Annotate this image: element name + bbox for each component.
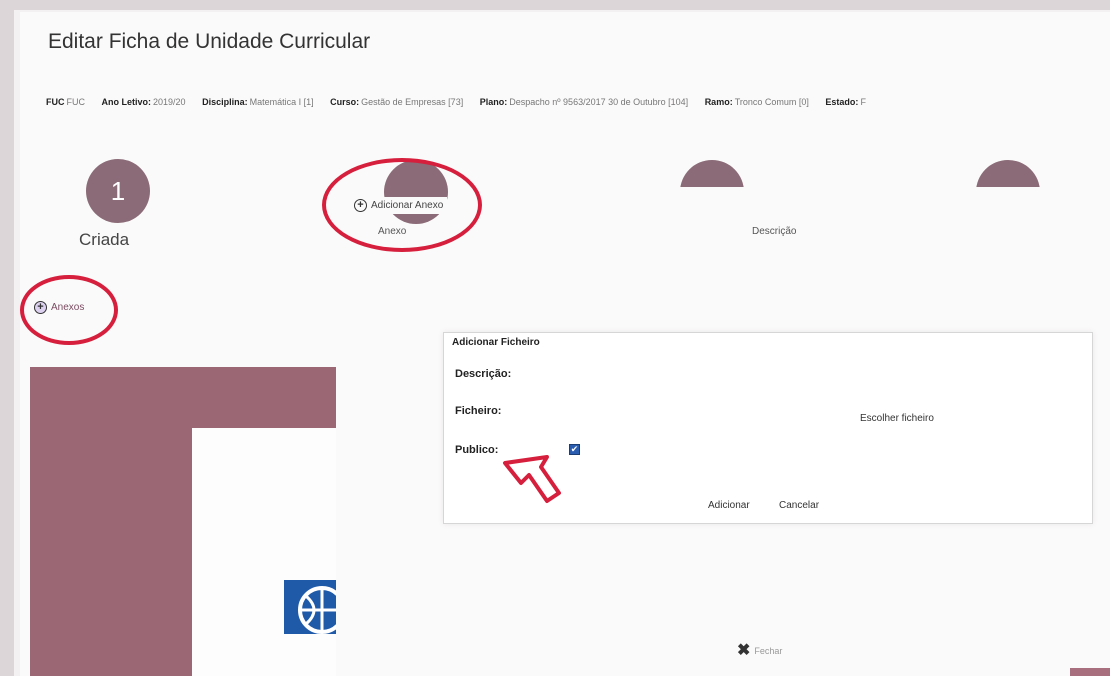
step-3-circle-mask — [676, 187, 756, 227]
adicionar-button[interactable]: Adicionar — [708, 500, 750, 511]
meta-key: Ano Letivo: — [101, 97, 152, 107]
descricao-label: Descrição: — [455, 368, 512, 380]
arrow-annotation-icon — [503, 455, 561, 503]
step-1-circle: 1 — [86, 159, 150, 223]
meta-key: FUC — [46, 97, 65, 107]
choose-file-button[interactable]: Escolher ficheiro — [860, 413, 934, 424]
meta-value: 2019/20 — [153, 97, 186, 107]
meta-value: Matemática I [1] — [249, 97, 314, 107]
step-3-label: Descrição — [752, 226, 797, 237]
frame-top-edge — [0, 0, 1110, 10]
close-label: Fechar — [754, 646, 783, 656]
meta-key: Disciplina: — [202, 97, 248, 107]
meta-key: Estado: — [825, 97, 859, 107]
meta-value: Tronco Comum [0] — [734, 97, 809, 107]
corner-decoration — [1070, 668, 1110, 676]
publico-checkbox[interactable]: ✔ — [569, 444, 580, 455]
ficheiro-label: Ficheiro: — [455, 405, 502, 417]
meta-key: Curso: — [330, 97, 360, 107]
dialog-title: Adicionar Ficheiro — [452, 337, 540, 348]
globe-logo-icon — [284, 580, 336, 634]
highlight-ring-add-anexo — [322, 158, 482, 252]
page-title: Editar Ficha de Unidade Curricular — [48, 30, 371, 53]
meta-value: Gestão de Empresas [73] — [361, 97, 464, 107]
meta-key: Plano: — [479, 97, 508, 107]
meta-value: FUC — [66, 97, 86, 107]
meta-key: Ramo: — [704, 97, 733, 107]
panel-inset — [192, 428, 336, 676]
publico-label: Publico: — [455, 444, 499, 456]
close-button[interactable]: ✖ Fechar — [737, 643, 782, 659]
cancelar-button[interactable]: Cancelar — [779, 500, 819, 511]
fuc-metadata-bar: FUC FUC Ano Letivo: 2019/20 Disciplina: Mat… — [46, 97, 1106, 107]
meta-value: Despacho nº 9563/2017 30 de Outubro [104… — [509, 97, 689, 107]
highlight-ring-anexos — [20, 275, 118, 345]
close-icon: ✖ — [737, 642, 751, 659]
step-1-label: Criada — [79, 230, 130, 249]
step-4-circle-mask — [970, 187, 1050, 227]
meta-value: F — [860, 97, 866, 107]
frame-left-edge — [0, 0, 14, 676]
